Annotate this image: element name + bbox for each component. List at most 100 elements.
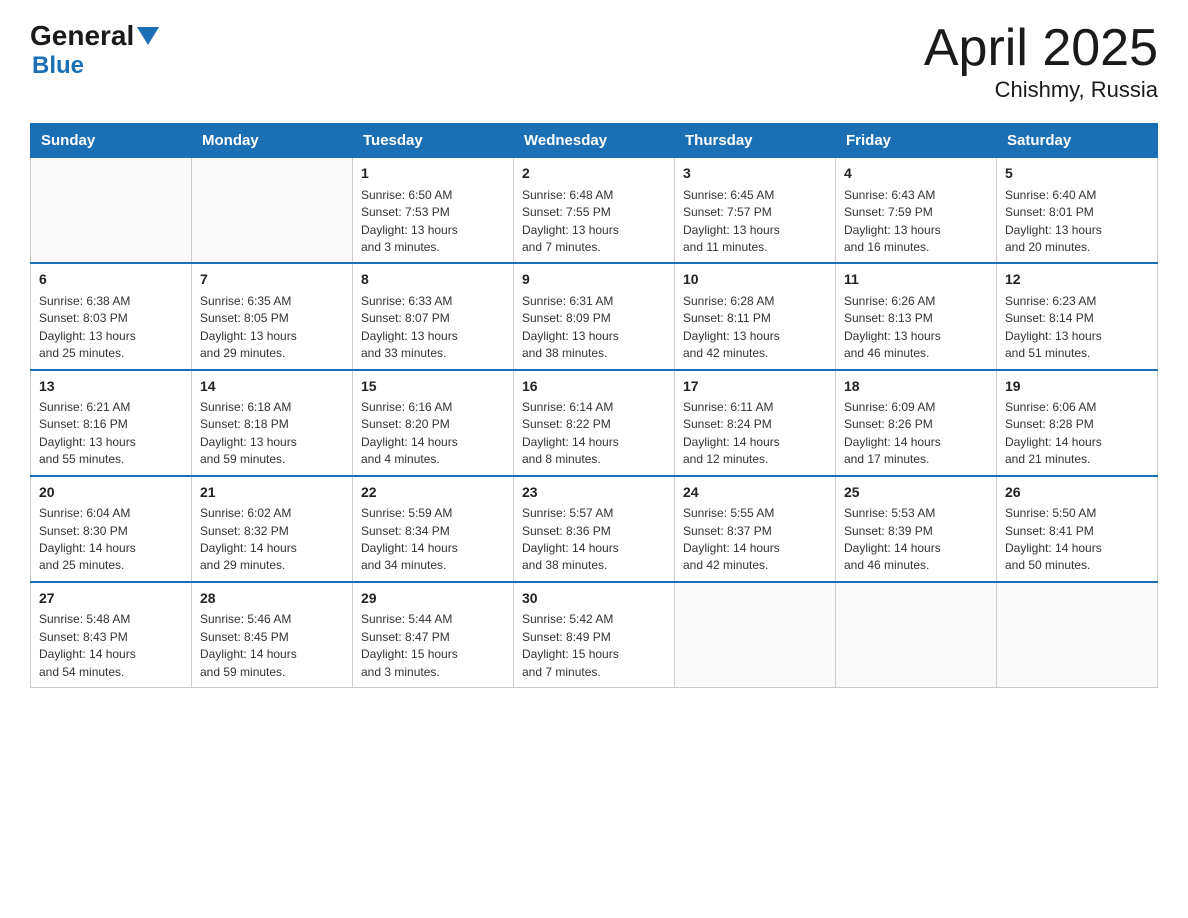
calendar-day-cell: 12 Sunrise: 6:23 AM Sunset: 8:14 PM Dayli… [997, 263, 1158, 369]
calendar-day-cell: 25Sunrise: 5:53 AM Sunset: 8:39 PM Dayli… [836, 476, 997, 582]
calendar-day-cell: 21Sunrise: 6:02 AM Sunset: 8:32 PM Dayli… [192, 476, 353, 582]
calendar-day-cell: 18Sunrise: 6:09 AM Sunset: 8:26 PM Dayli… [836, 370, 997, 476]
day-number: 26 [1005, 483, 1149, 503]
day-info: Sunrise: 6:40 AM Sunset: 8:01 PM Dayligh… [1005, 187, 1149, 257]
col-thursday: Thursday [675, 124, 836, 158]
day-info: Sunrise: 5:55 AM Sunset: 8:37 PM Dayligh… [683, 505, 827, 575]
day-number: 16 [522, 377, 666, 397]
day-number: 10 [683, 270, 827, 290]
day-number: 12 [1005, 270, 1149, 290]
day-number: 21 [200, 483, 344, 503]
calendar-day-cell [31, 158, 192, 264]
calendar-day-cell: 8 Sunrise: 6:33 AM Sunset: 8:07 PM Daylig… [353, 263, 514, 369]
day-info: Sunrise: 6:18 AM Sunset: 8:18 PM Dayligh… [200, 399, 344, 469]
logo-blue-text: Blue [32, 52, 84, 79]
title-block: April 2025 Chishmy, Russia [924, 20, 1158, 103]
day-info: Sunrise: 6:43 AM Sunset: 7:59 PM Dayligh… [844, 187, 988, 257]
day-number: 24 [683, 483, 827, 503]
day-number: 28 [200, 589, 344, 609]
calendar-day-cell: 19Sunrise: 6:06 AM Sunset: 8:28 PM Dayli… [997, 370, 1158, 476]
day-number: 15 [361, 377, 505, 397]
calendar-day-cell: 26Sunrise: 5:50 AM Sunset: 8:41 PM Dayli… [997, 476, 1158, 582]
day-info: Sunrise: 6:02 AM Sunset: 8:32 PM Dayligh… [200, 505, 344, 575]
calendar-week-row: 20Sunrise: 6:04 AM Sunset: 8:30 PM Dayli… [31, 476, 1158, 582]
day-number: 1 [361, 164, 505, 184]
day-info: Sunrise: 6:16 AM Sunset: 8:20 PM Dayligh… [361, 399, 505, 469]
col-saturday: Saturday [997, 124, 1158, 158]
day-info: Sunrise: 5:50 AM Sunset: 8:41 PM Dayligh… [1005, 505, 1149, 575]
day-info: Sunrise: 6:35 AM Sunset: 8:05 PM Dayligh… [200, 293, 344, 363]
col-friday: Friday [836, 124, 997, 158]
day-info: Sunrise: 5:59 AM Sunset: 8:34 PM Dayligh… [361, 505, 505, 575]
calendar-day-cell [675, 582, 836, 688]
day-number: 5 [1005, 164, 1149, 184]
calendar-table: Sunday Monday Tuesday Wednesday Thursday… [30, 123, 1158, 688]
day-number: 4 [844, 164, 988, 184]
day-info: Sunrise: 6:11 AM Sunset: 8:24 PM Dayligh… [683, 399, 827, 469]
day-info: Sunrise: 6:06 AM Sunset: 8:28 PM Dayligh… [1005, 399, 1149, 469]
calendar-day-cell: 7 Sunrise: 6:35 AM Sunset: 8:05 PM Daylig… [192, 263, 353, 369]
day-number: 29 [361, 589, 505, 609]
day-info: Sunrise: 5:46 AM Sunset: 8:45 PM Dayligh… [200, 611, 344, 681]
day-info: Sunrise: 5:57 AM Sunset: 8:36 PM Dayligh… [522, 505, 666, 575]
day-info: Sunrise: 6:31 AM Sunset: 8:09 PM Dayligh… [522, 293, 666, 363]
day-info: Sunrise: 5:53 AM Sunset: 8:39 PM Dayligh… [844, 505, 988, 575]
calendar-day-cell: 2Sunrise: 6:48 AM Sunset: 7:55 PM Daylig… [514, 158, 675, 264]
day-number: 13 [39, 377, 183, 397]
logo-general-text: General [30, 20, 134, 52]
day-info: Sunrise: 6:50 AM Sunset: 7:53 PM Dayligh… [361, 187, 505, 257]
calendar-day-cell: 4 Sunrise: 6:43 AM Sunset: 7:59 PM Daylig… [836, 158, 997, 264]
calendar-day-cell: 9Sunrise: 6:31 AM Sunset: 8:09 PM Daylig… [514, 263, 675, 369]
day-info: Sunrise: 6:38 AM Sunset: 8:03 PM Dayligh… [39, 293, 183, 363]
day-info: Sunrise: 6:21 AM Sunset: 8:16 PM Dayligh… [39, 399, 183, 469]
day-number: 30 [522, 589, 666, 609]
calendar-day-cell [997, 582, 1158, 688]
calendar-day-cell: 6Sunrise: 6:38 AM Sunset: 8:03 PM Daylig… [31, 263, 192, 369]
day-number: 18 [844, 377, 988, 397]
calendar-day-cell: 29Sunrise: 5:44 AM Sunset: 8:47 PM Dayli… [353, 582, 514, 688]
day-number: 14 [200, 377, 344, 397]
calendar-day-cell: 24Sunrise: 5:55 AM Sunset: 8:37 PM Dayli… [675, 476, 836, 582]
calendar-day-cell: 14Sunrise: 6:18 AM Sunset: 8:18 PM Dayli… [192, 370, 353, 476]
calendar-header-row: Sunday Monday Tuesday Wednesday Thursday… [31, 124, 1158, 158]
calendar-day-cell: 30Sunrise: 5:42 AM Sunset: 8:49 PM Dayli… [514, 582, 675, 688]
calendar-day-cell [192, 158, 353, 264]
calendar-day-cell: 22Sunrise: 5:59 AM Sunset: 8:34 PM Dayli… [353, 476, 514, 582]
page-header: General Blue April 2025 Chishmy, Russia [30, 20, 1158, 103]
day-number: 7 [200, 270, 344, 290]
day-number: 17 [683, 377, 827, 397]
calendar-day-cell: 16Sunrise: 6:14 AM Sunset: 8:22 PM Dayli… [514, 370, 675, 476]
day-info: Sunrise: 6:28 AM Sunset: 8:11 PM Dayligh… [683, 293, 827, 363]
calendar-day-cell: 5 Sunrise: 6:40 AM Sunset: 8:01 PM Daylig… [997, 158, 1158, 264]
calendar-week-row: 6Sunrise: 6:38 AM Sunset: 8:03 PM Daylig… [31, 263, 1158, 369]
day-number: 8 [361, 270, 505, 290]
day-number: 27 [39, 589, 183, 609]
col-monday: Monday [192, 124, 353, 158]
col-sunday: Sunday [31, 124, 192, 158]
calendar-day-cell: 11Sunrise: 6:26 AM Sunset: 8:13 PM Dayli… [836, 263, 997, 369]
day-info: Sunrise: 6:04 AM Sunset: 8:30 PM Dayligh… [39, 505, 183, 575]
calendar-week-row: 1 Sunrise: 6:50 AM Sunset: 7:53 PM Daylig… [31, 158, 1158, 264]
logo: General Blue [30, 20, 159, 80]
day-info: Sunrise: 5:42 AM Sunset: 8:49 PM Dayligh… [522, 611, 666, 681]
day-info: Sunrise: 6:45 AM Sunset: 7:57 PM Dayligh… [683, 187, 827, 257]
calendar-day-cell: 27Sunrise: 5:48 AM Sunset: 8:43 PM Dayli… [31, 582, 192, 688]
calendar-day-cell: 28Sunrise: 5:46 AM Sunset: 8:45 PM Dayli… [192, 582, 353, 688]
calendar-day-cell: 20Sunrise: 6:04 AM Sunset: 8:30 PM Dayli… [31, 476, 192, 582]
day-number: 23 [522, 483, 666, 503]
day-info: Sunrise: 5:44 AM Sunset: 8:47 PM Dayligh… [361, 611, 505, 681]
calendar-day-cell [836, 582, 997, 688]
day-info: Sunrise: 6:14 AM Sunset: 8:22 PM Dayligh… [522, 399, 666, 469]
day-info: Sunrise: 6:33 AM Sunset: 8:07 PM Dayligh… [361, 293, 505, 363]
calendar-day-cell: 3 Sunrise: 6:45 AM Sunset: 7:57 PM Daylig… [675, 158, 836, 264]
calendar-week-row: 13Sunrise: 6:21 AM Sunset: 8:16 PM Dayli… [31, 370, 1158, 476]
calendar-week-row: 27Sunrise: 5:48 AM Sunset: 8:43 PM Dayli… [31, 582, 1158, 688]
day-info: Sunrise: 6:48 AM Sunset: 7:55 PM Dayligh… [522, 187, 666, 257]
day-number: 25 [844, 483, 988, 503]
day-number: 3 [683, 164, 827, 184]
day-info: Sunrise: 6:23 AM Sunset: 8:14 PM Dayligh… [1005, 293, 1149, 363]
col-tuesday: Tuesday [353, 124, 514, 158]
calendar-subtitle: Chishmy, Russia [924, 77, 1158, 103]
col-wednesday: Wednesday [514, 124, 675, 158]
calendar-day-cell: 15Sunrise: 6:16 AM Sunset: 8:20 PM Dayli… [353, 370, 514, 476]
